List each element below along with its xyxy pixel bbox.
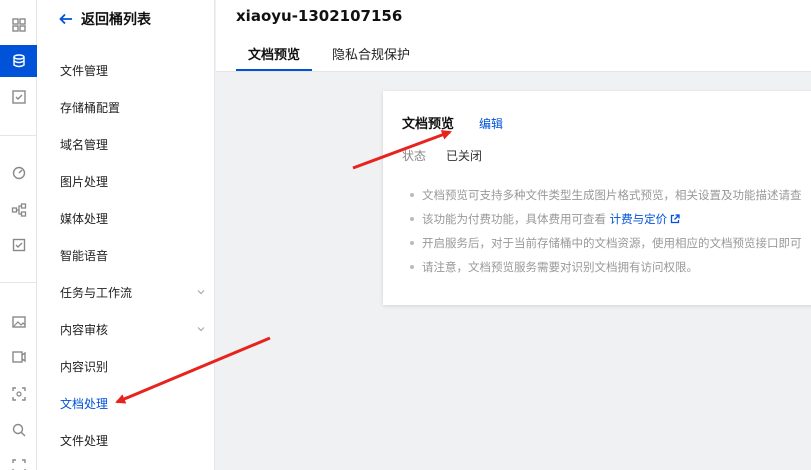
page-header: xiaoyu-1302107156 文档预览 隐私合规保护 bbox=[216, 0, 811, 72]
external-link-icon[interactable] bbox=[670, 214, 680, 224]
nav-item-label: 内容识别 bbox=[60, 359, 109, 374]
document-preview-card: 文档预览 编辑 状态 已关闭 文档预览可支持多种文件类型生成图片格式预览，相关设… bbox=[383, 91, 811, 305]
chevron-down-icon bbox=[197, 290, 205, 295]
nav-item-label: 任务与工作流 bbox=[60, 285, 133, 300]
list-item: 文档预览可支持多种文件类型生成图片格式预览，相关设置及功能描述请查 bbox=[408, 183, 811, 207]
edit-link[interactable]: 编辑 bbox=[479, 115, 503, 132]
task-check-icon[interactable] bbox=[0, 229, 37, 261]
note-text: 文档预览可支持多种文件类型生成图片格式预览，相关设置及功能描述请查 bbox=[422, 188, 802, 202]
nav-item-domain-management[interactable]: 域名管理 bbox=[60, 134, 205, 154]
list-item: 开启服务后，对于当前存储桶中的文档资源，使用相应的文档预览接口即可 bbox=[408, 231, 811, 255]
tab-document-preview[interactable]: 文档预览 bbox=[248, 44, 300, 72]
inventory-icon[interactable] bbox=[0, 81, 37, 113]
nav-item-bucket-config[interactable]: 存储桶配置 bbox=[60, 97, 205, 117]
nav-item-document-processing[interactable]: 文档处理 bbox=[60, 393, 205, 413]
nav-item-tasks-workflow[interactable]: 任务与工作流 bbox=[60, 282, 205, 302]
icon-rail bbox=[0, 0, 37, 470]
bucket-icon[interactable] bbox=[0, 45, 37, 77]
image-icon[interactable] bbox=[0, 306, 37, 338]
nav-item-file-management[interactable]: 文件管理 bbox=[60, 60, 205, 80]
nav-item-label: 内容审核 bbox=[60, 322, 109, 337]
note-text: 请注意，文档预览服务需要对识别文档拥有访问权限。 bbox=[422, 260, 698, 274]
nav-item-media-processing[interactable]: 媒体处理 bbox=[60, 208, 205, 228]
chevron-down-icon bbox=[197, 327, 205, 332]
pricing-link[interactable]: 计费与定价 bbox=[610, 212, 668, 226]
list-item: 请注意，文档预览服务需要对识别文档拥有访问权限。 bbox=[408, 255, 811, 279]
back-to-bucket-list[interactable]: 返回桶列表 bbox=[59, 9, 151, 29]
page-title: xiaoyu-1302107156 bbox=[236, 7, 403, 25]
nav-item-label: 媒体处理 bbox=[60, 211, 109, 226]
note-text: 开启服务后，对于当前存储桶中的文档资源，使用相应的文档预览接口即可 bbox=[422, 236, 802, 250]
media-icon[interactable] bbox=[0, 341, 37, 373]
nav-item-label: 存储桶配置 bbox=[60, 100, 121, 115]
active-tab-indicator bbox=[236, 69, 312, 71]
nav-item-label: 智能语音 bbox=[60, 248, 109, 263]
list-item: 该功能为付费功能，具体费用可查看 计费与定价 bbox=[408, 207, 811, 231]
nav-item-label: 域名管理 bbox=[60, 137, 109, 152]
grid-scan-icon[interactable] bbox=[0, 450, 37, 470]
workflow-icon[interactable] bbox=[0, 194, 37, 226]
nav-item-content-recognition[interactable]: 内容识别 bbox=[60, 356, 205, 376]
tab-privacy-compliance[interactable]: 隐私合规保护 bbox=[332, 44, 410, 72]
scan-icon[interactable] bbox=[0, 378, 37, 410]
nav-item-content-moderation[interactable]: 内容审核 bbox=[60, 319, 205, 339]
back-label: 返回桶列表 bbox=[81, 12, 151, 28]
bucket-nav: 返回桶列表 文件管理 存储桶配置 域名管理 图片处理 媒体处理 智能语音 任务与… bbox=[37, 0, 215, 470]
nav-item-label: 文件处理 bbox=[60, 433, 109, 448]
nav-item-file-processing[interactable]: 文件处理 bbox=[60, 430, 205, 450]
note-text: 该功能为付费功能，具体费用可查看 bbox=[422, 212, 610, 226]
card-title: 文档预览 bbox=[402, 117, 455, 132]
nav-item-label: 文件管理 bbox=[60, 63, 109, 78]
nav-item-label: 图片处理 bbox=[60, 174, 109, 189]
nav-item-image-processing[interactable]: 图片处理 bbox=[60, 171, 205, 191]
nav-item-smart-voice[interactable]: 智能语音 bbox=[60, 245, 205, 265]
nav-item-label: 文档处理 bbox=[60, 396, 109, 411]
monitor-icon[interactable] bbox=[0, 157, 37, 189]
arrow-left-icon bbox=[59, 13, 72, 25]
status-label: 状态 bbox=[402, 149, 427, 163]
rail-divider bbox=[0, 135, 37, 136]
rail-divider bbox=[0, 282, 37, 283]
dashboard-icon[interactable] bbox=[0, 9, 37, 41]
status-value: 已关闭 bbox=[446, 149, 483, 163]
notes-list: 文档预览可支持多种文件类型生成图片格式预览，相关设置及功能描述请查 该功能为付费… bbox=[408, 183, 811, 279]
search-scan-icon[interactable] bbox=[0, 414, 37, 446]
